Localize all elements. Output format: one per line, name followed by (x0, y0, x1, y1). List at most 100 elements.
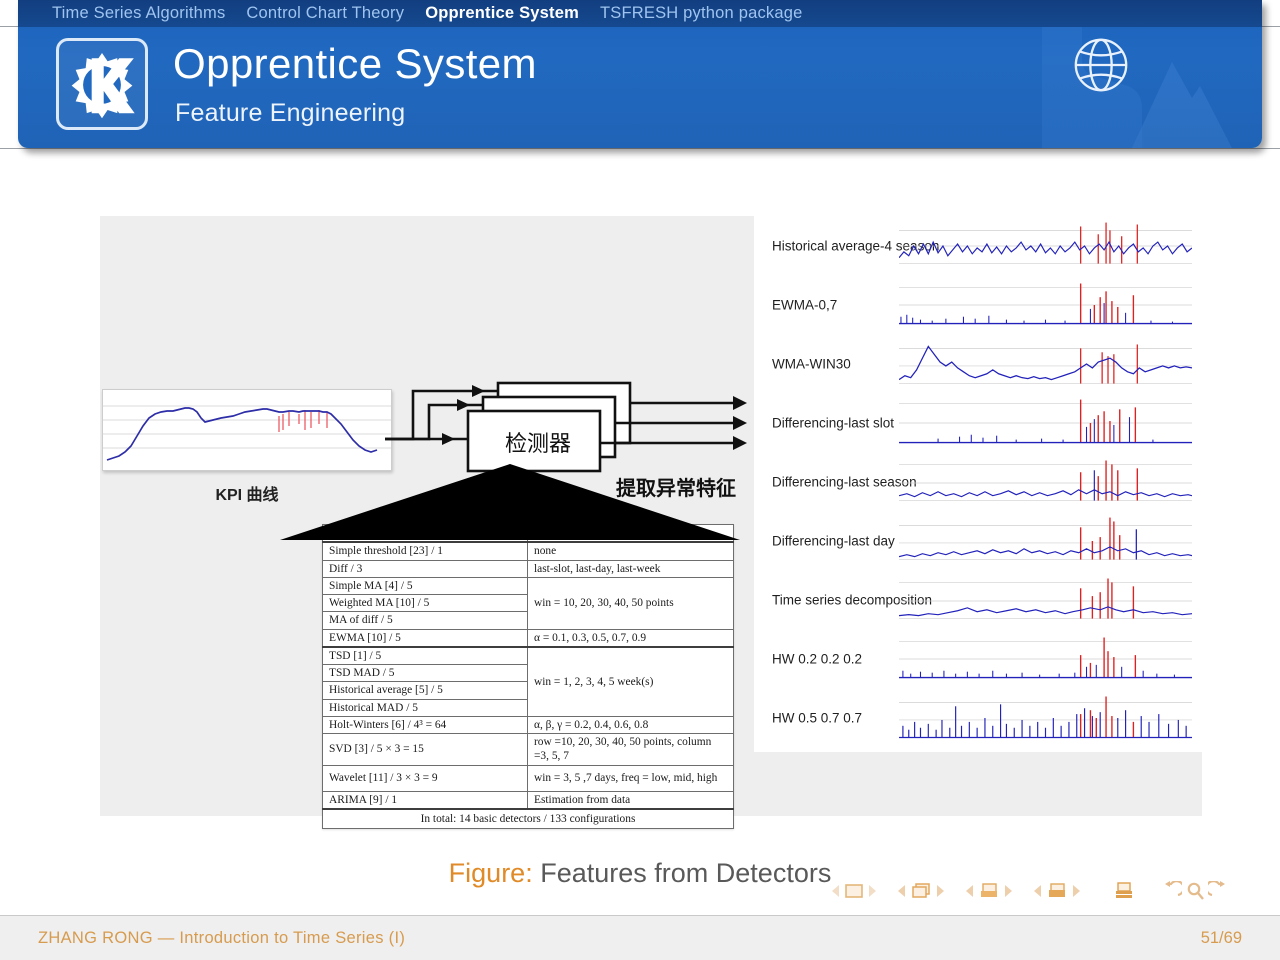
figure-caption-label: Figure (448, 858, 526, 888)
detector-mini-chart (899, 696, 1192, 739)
detector-panel-6: Time series decomposition (754, 570, 1202, 629)
header-bottom-rule (0, 148, 1280, 149)
table-total-row: In total: 14 basic detectors / 133 confi… (322, 807, 734, 829)
cell-params: α, β, γ = 0.2, 0.4, 0.6, 0.8 (527, 715, 734, 735)
table-row: Wavelet [11] / 3 × 3 = 9 win = 3, 5 ,7 d… (322, 764, 734, 792)
detector-panel-label: HW 0.2 0.2 0.2 (772, 651, 863, 666)
detector-panel-3: Differencing-last slot (754, 393, 1202, 452)
section-icon[interactable] (1046, 882, 1068, 900)
table-row: SVD [3] / 5 × 3 = 15 row =10, 20, 30, 40… (322, 733, 734, 766)
detector-mini-chart (899, 283, 1192, 325)
document-icon[interactable] (1114, 881, 1134, 901)
table-row: Holt-Winters [6] / 4³ = 64 α, β, γ = 0.2… (322, 715, 734, 735)
detector-panel-label: HW 0.5 0.7 0.7 (772, 710, 863, 725)
detector-panel-label: EWMA-0,7 (772, 297, 838, 312)
cell-params: α = 0.1, 0.3, 0.5, 0.7, 0.9 (527, 628, 734, 648)
cell-detector: Wavelet [11] / 3 × 3 = 9 (322, 764, 528, 792)
prev-slide-icon[interactable] (830, 883, 841, 899)
slide: Time Series Algorithms Control Chart The… (0, 0, 1280, 960)
table-row: TSD [1] / 5 win = 1, 2, 3, 4, 5 week(s) (322, 645, 734, 717)
slide-footer: ZHANG RONG — Introduction to Time Series… (0, 915, 1280, 960)
cell-detector: Simple threshold [23] / 1 (322, 541, 528, 561)
figure-container: Historical average-4 season EWMA-0,7 WMA… (100, 216, 1202, 829)
cell-detector: ARIMA [9] / 1 (322, 790, 528, 810)
footer-page-number: 51/69 (1200, 928, 1242, 947)
detector-panel-1: EWMA-0,7 (754, 275, 1202, 334)
next-frame-icon[interactable] (935, 883, 946, 899)
kpi-curve-card (102, 389, 392, 471)
prev-section-icon[interactable] (1032, 883, 1043, 899)
cell-detector: Weighted MA [10] / 5 (322, 593, 528, 613)
detector-output-panel: Historical average-4 season EWMA-0,7 WMA… (754, 216, 1202, 752)
table-row: ARIMA [9] / 1 Estimation from data (322, 790, 734, 810)
cell-params: win = 1, 2, 3, 4, 5 week(s) (527, 645, 734, 717)
cell-detector: Holt-Winters [6] / 4³ = 64 (322, 715, 528, 735)
figure-caption-separator: : (525, 858, 533, 888)
figure-caption-text: Features from Detectors (540, 858, 832, 888)
slide-header: Time Series Algorithms Control Chart The… (0, 0, 1280, 155)
slide-icon[interactable] (844, 882, 864, 900)
next-slide-icon[interactable] (867, 883, 878, 899)
cell-detector: MA of diff / 5 (322, 611, 528, 630)
section-navigation-bar[interactable]: Time Series Algorithms Control Chart The… (18, 0, 1262, 27)
cell-detector: Historical MAD / 5 (322, 698, 528, 717)
extract-features-label: 提取异常特征 (616, 476, 736, 500)
detector-mini-chart (899, 344, 1192, 384)
nav-item-3[interactable]: TSFRESH python package (600, 5, 803, 22)
footer-author-title: ZHANG RONG — Introduction to Time Series… (38, 928, 406, 947)
cell-detector: Simple MA [4] / 5 (322, 576, 528, 596)
cell-total: In total: 14 basic detectors / 133 confi… (322, 807, 734, 829)
detector-configuration-table: Detectors / # of configurations Sampled … (322, 524, 734, 829)
detector-mini-chart (899, 222, 1192, 264)
header-banner: Time Series Algorithms Control Chart The… (18, 0, 1262, 148)
cell-params: Estimation from data (527, 790, 734, 810)
cell-detector: TSD MAD / 5 (322, 663, 528, 683)
cell-params: win = 3, 5 ,7 days, freq = low, mid, hig… (527, 764, 734, 792)
cell-detector: SVD [3] / 5 × 3 = 15 (322, 733, 528, 766)
cell-detector: TSD [1] / 5 (322, 645, 528, 665)
globe-icon (1074, 38, 1128, 92)
cell-params: none (527, 541, 734, 561)
prev-frame-icon[interactable] (896, 883, 907, 899)
detector-mini-chart (899, 637, 1192, 679)
detector-panel-label: Differencing-last season (772, 474, 917, 489)
table-row: Simple threshold [23] / 1 none (322, 541, 734, 561)
nav-item-1[interactable]: Control Chart Theory (246, 5, 404, 22)
forward-icon[interactable] (1208, 881, 1228, 901)
back-icon[interactable] (1162, 881, 1182, 901)
detector-panel-4: Differencing-last season (754, 452, 1202, 511)
page-subtitle: Feature Engineering (175, 99, 406, 127)
beamer-navigation-symbols[interactable] (830, 878, 1270, 904)
cell-params: last-slot, last-day, last-week (527, 559, 734, 578)
next-subsection-icon[interactable] (1003, 883, 1014, 899)
detector-panel-label: WMA-WIN30 (772, 356, 851, 371)
detector-panel-8: HW 0.5 0.7 0.7 (754, 688, 1202, 747)
kpi-curve-chart (103, 405, 391, 461)
kde-gear-k-logo-icon (56, 38, 148, 130)
frames-icon[interactable] (910, 882, 932, 900)
nav-item-2[interactable]: Opprentice System (425, 5, 579, 22)
cell-params: row =10, 20, 30, 40, 50 points, column =… (527, 733, 734, 766)
table-row: Simple MA [4] / 5 win = 10, 20, 30, 40, … (322, 576, 734, 630)
detector-mini-chart (899, 578, 1192, 619)
table-row: EWMA [10] / 5 α = 0.1, 0.3, 0.5, 0.7, 0.… (322, 628, 734, 648)
next-section-icon[interactable] (1071, 883, 1082, 899)
detector-mini-chart (899, 517, 1192, 560)
detector-panel-0: Historical average-4 season (754, 216, 1202, 275)
detector-panel-label: Differencing-last slot (772, 415, 895, 430)
cell-detector: Historical average [5] / 5 (322, 681, 528, 700)
cell-detector: Diff / 3 (322, 559, 528, 578)
table-row: Diff / 3 last-slot, last-day, last-week (322, 559, 734, 578)
detector-box-label: 检测器 (504, 432, 571, 457)
detector-panel-label: Differencing-last day (772, 533, 895, 548)
nav-item-0[interactable]: Time Series Algorithms (52, 5, 225, 22)
search-icon[interactable] (1185, 881, 1205, 901)
page-title: Opprentice System (173, 40, 537, 87)
cell-params: win = 10, 20, 30, 40, 50 points (527, 576, 734, 630)
subsection-icon[interactable] (978, 882, 1000, 900)
detector-panel-5: Differencing-last day (754, 511, 1202, 570)
detector-mini-chart (899, 460, 1192, 501)
cell-detector: EWMA [10] / 5 (322, 628, 528, 648)
detector-panel-7: HW 0.2 0.2 0.2 (754, 629, 1202, 688)
prev-subsection-icon[interactable] (964, 883, 975, 899)
